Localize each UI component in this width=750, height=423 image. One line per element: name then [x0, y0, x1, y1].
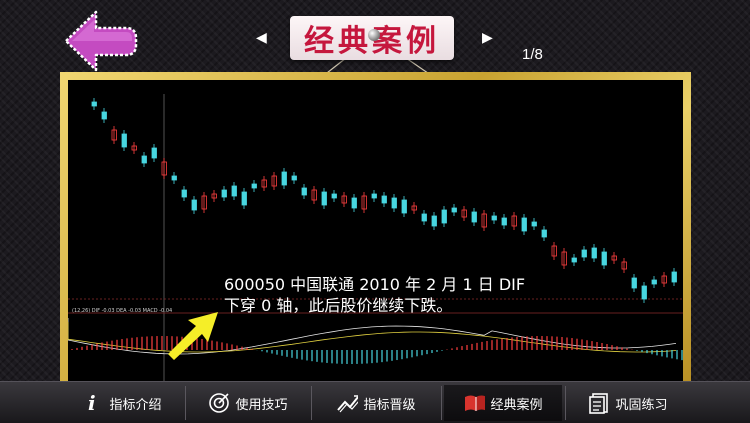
tab-label: 指标晋级 — [363, 397, 416, 413]
tab-bar: i 指标介绍 使用技巧 指标晋级 经典案例 巩固练习 — [0, 381, 750, 423]
candle-body — [471, 211, 477, 223]
page-indicator: 1/8 — [522, 46, 543, 63]
tab-label: 指标介绍 — [109, 397, 162, 413]
chart-frame: (12,26) DIF -0.03 DEA -0.03 MACD -0.04 6… — [60, 72, 691, 388]
candle-body — [241, 191, 247, 206]
candle-body — [671, 271, 677, 283]
chart-caption: 600050 中国联通 2010 年 2 月 1 日 DIF 下穿 0 轴，此后… — [224, 274, 525, 316]
notes-icon — [588, 392, 610, 414]
candle-body — [191, 199, 197, 211]
candle-body — [381, 195, 387, 204]
stock-chart: (12,26) DIF -0.03 DEA -0.03 MACD -0.04 6… — [68, 80, 683, 382]
caption-line-2: 下穿 0 轴，此后股价继续下跌。 — [224, 296, 453, 315]
candle-body — [171, 175, 177, 181]
candle-body — [321, 191, 327, 206]
candle-body — [631, 277, 637, 289]
tab-indicator-advanced[interactable]: 指标晋级 — [314, 385, 438, 421]
tab-divider — [441, 386, 442, 420]
candle-body — [541, 229, 547, 238]
svg-text:i: i — [88, 392, 96, 414]
tab-divider — [185, 386, 186, 420]
next-page-arrow[interactable]: ▶ — [482, 30, 493, 46]
candle-body — [251, 183, 257, 189]
back-arrow-icon — [64, 10, 138, 72]
candle-body — [431, 215, 437, 227]
candle-body — [571, 257, 577, 263]
candle-body — [581, 249, 587, 258]
candle-body — [531, 221, 537, 227]
candle-body — [441, 209, 447, 224]
chart-svg — [68, 94, 683, 382]
candle-body — [601, 251, 607, 266]
candle-body — [591, 247, 597, 259]
candle-body — [101, 111, 107, 120]
tab-practice[interactable]: 巩固练习 — [568, 385, 688, 421]
candle-body — [181, 189, 187, 198]
candle-body — [501, 217, 507, 226]
candle-body — [141, 155, 147, 164]
candle-body — [151, 147, 157, 159]
tab-label: 经典案例 — [490, 397, 543, 413]
candle-body — [221, 189, 227, 198]
candle-body — [281, 171, 287, 186]
dif-line — [68, 318, 677, 355]
pin-icon — [368, 29, 380, 41]
caption-line-1: 600050 中国联通 2010 年 2 月 1 日 DIF — [224, 275, 526, 294]
tab-label: 使用技巧 — [235, 397, 288, 413]
back-button[interactable] — [62, 8, 140, 74]
candle-body — [121, 133, 127, 148]
candle-body — [391, 197, 397, 209]
candle-body — [331, 193, 337, 199]
candle-body — [291, 175, 297, 181]
candle-body — [521, 217, 527, 232]
tab-indicator-intro[interactable]: i 指标介绍 — [62, 385, 182, 421]
tab-usage-tips[interactable]: 使用技巧 — [188, 385, 308, 421]
macd-label: (12,26) DIF -0.03 DEA -0.03 MACD -0.04 — [72, 308, 173, 314]
candle-body — [651, 279, 657, 285]
book-icon — [463, 392, 486, 414]
candle-body — [641, 285, 647, 300]
prev-page-arrow[interactable]: ◀ — [256, 30, 267, 46]
candle-body — [491, 215, 497, 221]
candle-body — [421, 213, 427, 222]
candle-body — [231, 185, 237, 197]
candle-body — [371, 193, 377, 199]
target-icon — [208, 392, 230, 414]
candle-body — [401, 199, 407, 214]
tab-classic-cases[interactable]: 经典案例 — [444, 385, 562, 421]
tab-divider — [311, 386, 312, 420]
tab-divider — [565, 386, 566, 420]
candle-body — [301, 187, 307, 196]
info-icon: i — [82, 392, 104, 414]
candle-body — [91, 101, 97, 107]
tab-label: 巩固练习 — [615, 397, 668, 413]
level-up-icon — [336, 392, 359, 414]
candle-body — [451, 207, 457, 213]
candle-body — [351, 197, 357, 209]
